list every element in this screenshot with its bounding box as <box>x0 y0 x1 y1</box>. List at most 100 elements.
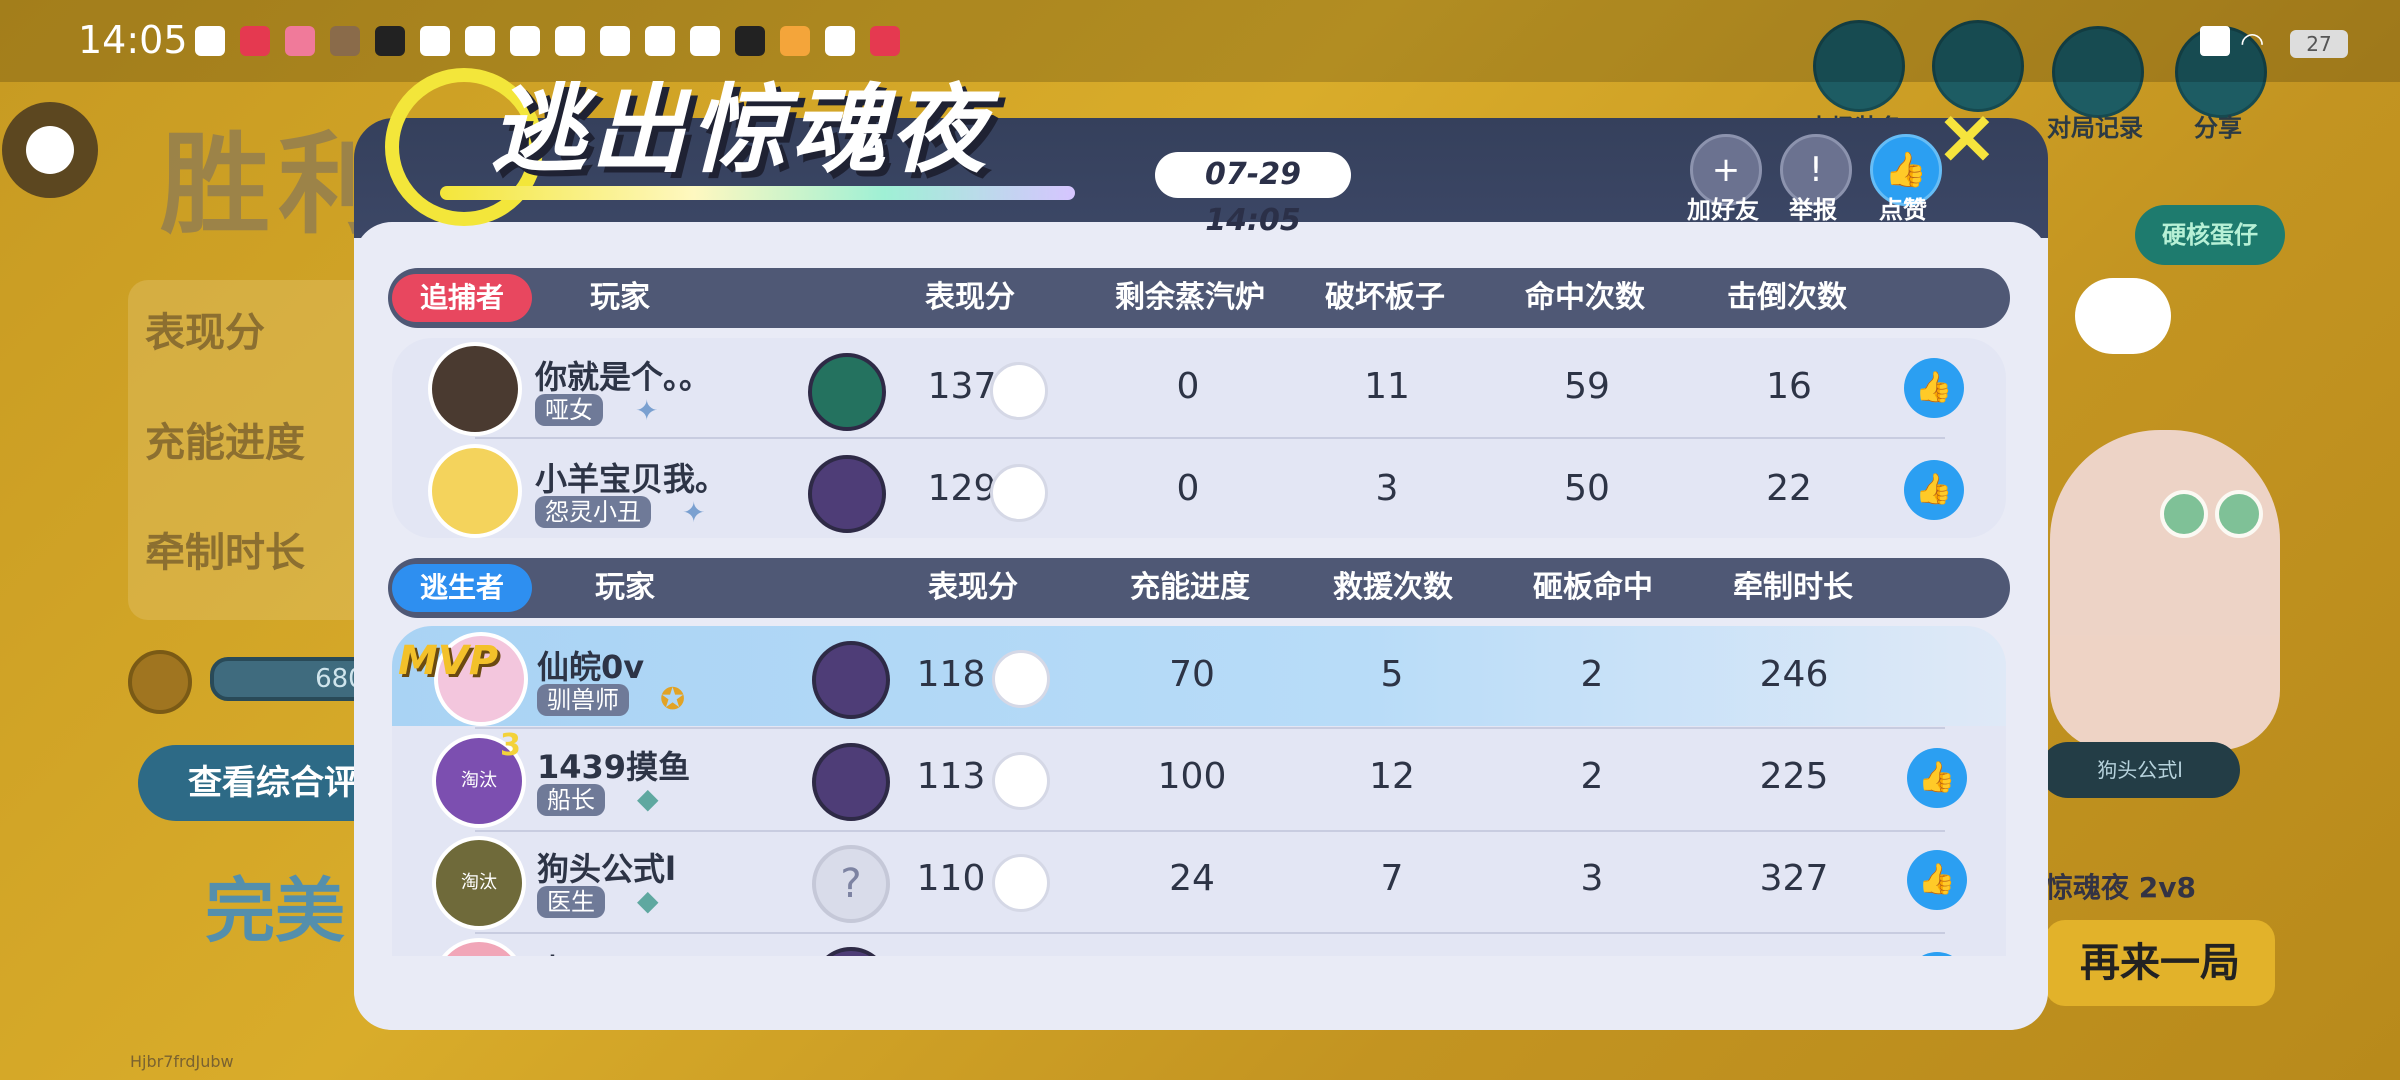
rank-badge-icon: ✪ <box>660 682 686 717</box>
table-row: 你就是个。。 哑女 ✦ 137 0 11 59 16 👍 <box>392 338 2006 438</box>
vibrate-icon <box>2200 26 2230 56</box>
like-player-icon[interactable]: 👍 <box>1907 850 1967 910</box>
notification-icon <box>285 26 315 56</box>
player-name: 仙皖0v <box>537 648 645 686</box>
share-label: 分享 <box>2194 114 2242 142</box>
rank-star-icon <box>128 650 192 714</box>
rank-badge-icon: ◆ <box>637 782 659 815</box>
notification-icon <box>420 26 450 56</box>
notification-icon <box>240 26 270 56</box>
player-name: 小羊宝贝我。 <box>535 460 728 498</box>
stat-label: 充能进度 <box>145 420 305 466</box>
notification-icon <box>195 26 225 56</box>
hits: 59 <box>1564 366 1610 407</box>
table-row: 占风 <box>392 932 2006 956</box>
board-hits: 3 <box>1580 858 1604 899</box>
avatar[interactable] <box>428 444 522 538</box>
table-row: 小羊宝贝我。 怨灵小丑 ✦ 129 0 3 50 22 👍 <box>392 440 2006 540</box>
add-friend-label: 加好友 <box>1687 196 1759 224</box>
character-icon <box>808 455 886 533</box>
player-badge: 硬核蛋仔 <box>2135 205 2285 265</box>
knockdowns: 22 <box>1766 468 1812 509</box>
kite-time: 225 <box>1759 756 1829 797</box>
like-player-icon[interactable]: 👍 <box>1904 358 1964 418</box>
col-kite-time: 牵制时长 <box>1733 570 1853 605</box>
like-label: 点赞 <box>1879 196 1927 224</box>
floating-assist-button[interactable] <box>2 102 98 198</box>
hits: 50 <box>1564 468 1610 509</box>
like-player-icon[interactable] <box>1907 952 1967 956</box>
kite-time: 327 <box>1759 858 1829 899</box>
title-underline <box>440 186 1075 200</box>
search-icon[interactable] <box>992 854 1050 912</box>
rank-badge-icon: ✦ <box>682 496 706 529</box>
character-icon <box>812 947 890 956</box>
search-icon[interactable] <box>990 362 1048 420</box>
mvp-badge: MVP <box>398 638 499 684</box>
player-title: 怨灵小丑 <box>535 496 651 528</box>
avatar[interactable] <box>428 342 522 436</box>
col-board-hits: 砸板命中 <box>1533 570 1653 605</box>
table-row: 淘汰 狗头公式l 医生 ◆ ? 110 24 7 3 327 👍 <box>392 830 2006 930</box>
col-hits: 命中次数 <box>1525 280 1645 315</box>
character-icon <box>812 743 890 821</box>
player-name-pill: 狗头公式l <box>2040 742 2240 798</box>
mascot-eye <box>2160 490 2208 538</box>
wifi-icon: ◠ <box>2240 26 2265 59</box>
rescues: 12 <box>1369 756 1415 797</box>
play-again-button[interactable]: 再来一局 <box>2045 920 2275 1006</box>
mascot-eye <box>2215 490 2263 538</box>
col-player: 玩家 <box>590 280 650 315</box>
col-boilers: 剩余蒸汽炉 <box>1115 280 1265 315</box>
search-icon[interactable] <box>992 650 1050 708</box>
game-mode-label: 惊魂夜 2v8 <box>2045 871 2196 904</box>
status-bar <box>0 0 2400 82</box>
search-icon[interactable] <box>990 464 1048 522</box>
player-name: 你就是个。。 <box>535 358 712 396</box>
notification-icon <box>330 26 360 56</box>
boilers: 0 <box>1176 366 1200 407</box>
boards-broken: 11 <box>1364 366 1410 407</box>
col-score: 表现分 <box>928 570 1018 605</box>
like-bubble-icon <box>2075 278 2171 354</box>
game-title: 逃出惊魂夜 <box>490 74 990 186</box>
match-code: Hjbr7frdJubw <box>130 1052 234 1071</box>
status-time: 14:05 <box>78 18 188 62</box>
col-charge: 充能进度 <box>1130 570 1250 605</box>
close-icon[interactable]: × <box>1935 96 1999 176</box>
match-record-label: 对局记录 <box>2047 114 2143 142</box>
col-knockdowns: 击倒次数 <box>1727 280 1847 315</box>
battery-icon: 27 <box>2290 30 2348 58</box>
like-player-icon[interactable]: 👍 <box>1904 460 1964 520</box>
like-player-icon[interactable]: 👍 <box>1907 748 1967 808</box>
row-divider <box>475 437 1945 439</box>
board-hits: 2 <box>1580 756 1604 797</box>
match-date: 07-29 14:05 <box>1155 152 1351 238</box>
charge: 24 <box>1169 858 1215 899</box>
perfect-text: 完美 <box>205 870 345 952</box>
rank-badge-icon: ◆ <box>637 884 659 917</box>
col-boards-broken: 破坏板子 <box>1325 280 1445 315</box>
boilers: 0 <box>1176 468 1200 509</box>
player-title: 哑女 <box>535 394 603 426</box>
search-icon[interactable] <box>992 752 1050 810</box>
character-icon <box>808 353 886 431</box>
report-label: 举报 <box>1789 196 1837 224</box>
table-row: MVP 仙皖0v 驯兽师 ✪ 118 70 5 2 246 <box>392 626 2006 726</box>
board-hits: 2 <box>1580 654 1604 695</box>
hunter-tag: 追捕者 <box>392 274 532 322</box>
knockdowns: 16 <box>1766 366 1812 407</box>
player-title: 驯兽师 <box>537 684 629 716</box>
boards-broken: 3 <box>1375 468 1399 509</box>
avatar[interactable] <box>432 938 526 956</box>
col-score: 表现分 <box>925 280 1015 315</box>
stat-label: 表现分 <box>145 310 265 356</box>
stat-label: 牵制时长 <box>145 530 305 576</box>
avatar[interactable]: 淘汰 <box>432 836 526 930</box>
table-row: 淘汰 3 1439摸鱼 船长 ◆ 113 100 12 2 225 👍 <box>392 728 2006 828</box>
character-icon <box>812 641 890 719</box>
view-overall-label: 查看综合评 <box>188 763 358 803</box>
player-title: 船长 <box>537 784 605 816</box>
badge-count: 3 <box>500 728 521 763</box>
charge: 70 <box>1169 654 1215 695</box>
